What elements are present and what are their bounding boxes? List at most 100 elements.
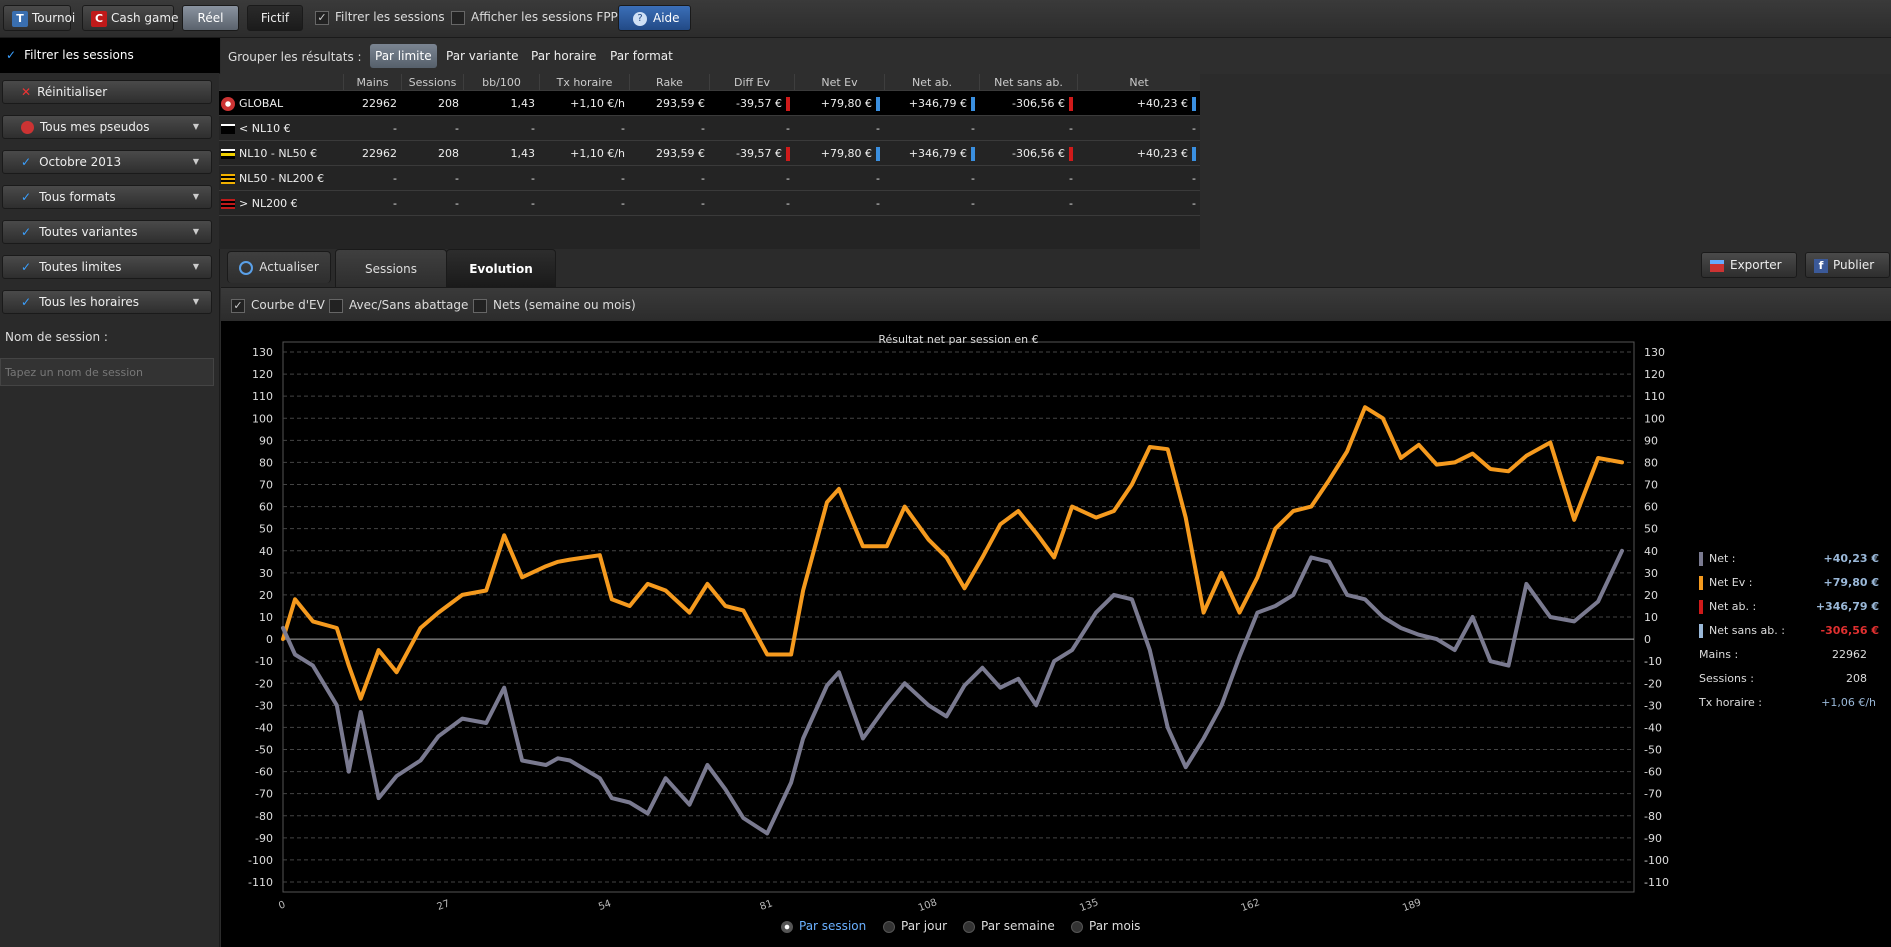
fpp-sessions-label: Afficher les sessions FPP (471, 10, 618, 24)
table-cell: - (1077, 166, 1200, 190)
y-tick-label-right: -80 (1644, 810, 1662, 823)
cell-value: 22962 (362, 147, 397, 160)
per-day-radio[interactable]: Par jour (883, 919, 947, 933)
column-header[interactable]: Net (1077, 74, 1200, 90)
table-cell: - (979, 116, 1077, 140)
nets-checkbox[interactable] (473, 298, 487, 313)
chevron-down-icon: ▼ (192, 157, 199, 166)
abattage-toggle[interactable]: Avec/Sans abattage (329, 298, 468, 313)
column-header[interactable]: Mains (343, 74, 401, 90)
cell-value: - (455, 197, 459, 210)
evolution-chart: Résultat net par session en € 130 130 120 12… (248, 333, 1669, 911)
limits-label: Toutes limites (39, 260, 122, 274)
legend-hands-value: 22962 (1832, 648, 1867, 661)
column-header[interactable]: bb/100 (463, 74, 539, 90)
per-month-radio[interactable]: Par mois (1071, 919, 1140, 933)
table-row[interactable]: GLOBAL 22962 208 1,43 +1,10 €/h 293,59 € -39,5… (219, 91, 1200, 116)
column-header[interactable]: Net ab. (884, 74, 979, 90)
group-by-format-button[interactable]: Par format (605, 44, 678, 68)
cell-value: -39,57 € (736, 97, 782, 110)
table-cell: -306,56 € (979, 91, 1077, 115)
table-cell: - (794, 166, 884, 190)
schedules-dropdown[interactable]: ✓ Tous les horaires ▼ (2, 290, 212, 314)
radio-icon (781, 920, 793, 933)
filter-sessions-toggle[interactable]: ✓ Filtrer les sessions (315, 10, 445, 25)
formats-label: Tous formats (39, 190, 116, 204)
formats-dropdown[interactable]: ✓ Tous formats ▼ (2, 185, 212, 209)
table-cell: 1,43 (463, 91, 539, 115)
refresh-button[interactable]: Actualiser (227, 251, 331, 283)
group-by-variant-button[interactable]: Par variante (441, 44, 524, 68)
column-header[interactable]: Net sans ab. (979, 74, 1077, 90)
cell-value: 293,59 € (656, 97, 705, 110)
y-tick-label-right: 110 (1644, 390, 1665, 403)
y-tick-label-right: 40 (1644, 545, 1658, 558)
y-tick-label: 40 (259, 545, 273, 558)
help-icon: ? (633, 11, 647, 26)
ev-curve-toggle[interactable]: ✓ Courbe d'EV (231, 298, 325, 313)
filter-sessions-checkbox[interactable]: ✓ (315, 10, 329, 25)
pseudos-dropdown[interactable]: Tous mes pseudos ▼ (2, 115, 212, 139)
fpp-sessions-toggle[interactable]: Afficher les sessions FPP (451, 10, 618, 25)
cell-value: - (1069, 197, 1073, 210)
variants-dropdown[interactable]: ✓ Toutes variantes ▼ (2, 220, 212, 244)
table-cell: - (709, 116, 794, 140)
table-row[interactable]: < NL10 € - - - - - - - - - - (219, 116, 1200, 141)
check-icon: ✓ (21, 155, 32, 169)
table-cell: - (401, 116, 463, 140)
table-cell: - (979, 191, 1077, 215)
column-header[interactable]: Net Ev (794, 74, 884, 90)
row-name: NL10 - NL50 € (221, 141, 317, 166)
column-header[interactable]: Rake (629, 74, 709, 90)
month-dropdown[interactable]: ✓ Octobre 2013 ▼ (2, 150, 212, 174)
table-cell: - (629, 191, 709, 215)
cash-game-icon: C (91, 10, 107, 27)
tab-sessions[interactable]: Sessions (335, 249, 447, 287)
table-cell: - (794, 116, 884, 140)
tab-evolution[interactable]: Evolution (446, 249, 556, 287)
table-row[interactable]: NL50 - NL200 € - - - - - - - - - - (219, 166, 1200, 191)
table-row[interactable]: NL10 - NL50 € 22962 208 1,43 +1,10 €/h 293,59… (219, 141, 1200, 166)
ev-curve-checkbox[interactable]: ✓ (231, 298, 245, 313)
table-header-row: Mains Sessions bb/100 Tx horaire Rake Diff Ev… (219, 74, 1200, 91)
tournament-button[interactable]: T Tournoi (3, 5, 75, 31)
fpp-sessions-checkbox[interactable] (451, 10, 465, 25)
abattage-checkbox[interactable] (329, 298, 343, 313)
cash-game-button[interactable]: C Cash game (82, 5, 178, 31)
help-button[interactable]: ? Aide (618, 5, 691, 31)
legend-net-ab-label: Net ab. : (1709, 600, 1757, 613)
per-session-radio[interactable]: Par session (781, 919, 866, 933)
check-icon: ✓ (6, 48, 17, 62)
value-indicator (876, 147, 880, 161)
cell-value: - (971, 172, 975, 185)
group-by-limit-button[interactable]: Par limite (370, 44, 437, 68)
column-header[interactable]: Sessions (401, 74, 463, 90)
export-button[interactable]: Exporter (1701, 252, 1797, 278)
table-cell: -39,57 € (709, 91, 794, 115)
column-header[interactable]: Tx horaire (539, 74, 629, 90)
limits-dropdown[interactable]: ✓ Toutes limites ▼ (2, 255, 212, 279)
row-name: GLOBAL (221, 91, 283, 116)
real-money-button[interactable]: Réel (182, 5, 239, 31)
session-name-input[interactable] (0, 358, 214, 386)
legend-net-sans-ab-value: -306,56 € (1820, 624, 1880, 637)
group-by-schedule-button[interactable]: Par horaire (526, 44, 601, 68)
x-tick-label: 108 (917, 897, 939, 911)
legend-sessions-label: Sessions : (1699, 672, 1754, 685)
column-header[interactable]: Diff Ev (709, 74, 794, 90)
play-money-button[interactable]: Fictif (247, 5, 303, 31)
table-cell: - (629, 116, 709, 140)
nets-toggle[interactable]: Nets (semaine ou mois) (473, 298, 636, 313)
reset-button[interactable]: ✕ Réinitialiser (2, 80, 212, 104)
chart-options-bar: ✓ Courbe d'EV Avec/Sans abattage Nets (se… (221, 287, 1891, 321)
per-week-radio[interactable]: Par semaine (963, 919, 1055, 933)
results-table: Mains Sessions bb/100 Tx horaire Rake Diff Ev… (219, 74, 1200, 249)
y-tick-label: -100 (248, 854, 273, 867)
y-tick-label: -70 (255, 788, 273, 801)
y-tick-label-right: -50 (1644, 744, 1662, 757)
y-tick-label: 120 (252, 368, 273, 381)
table-row[interactable]: > NL200 € - - - - - - - - - - (219, 191, 1200, 216)
x-tick-label: 27 (436, 898, 452, 911)
table-cell: - (709, 166, 794, 190)
publish-button[interactable]: f Publier (1805, 252, 1890, 278)
